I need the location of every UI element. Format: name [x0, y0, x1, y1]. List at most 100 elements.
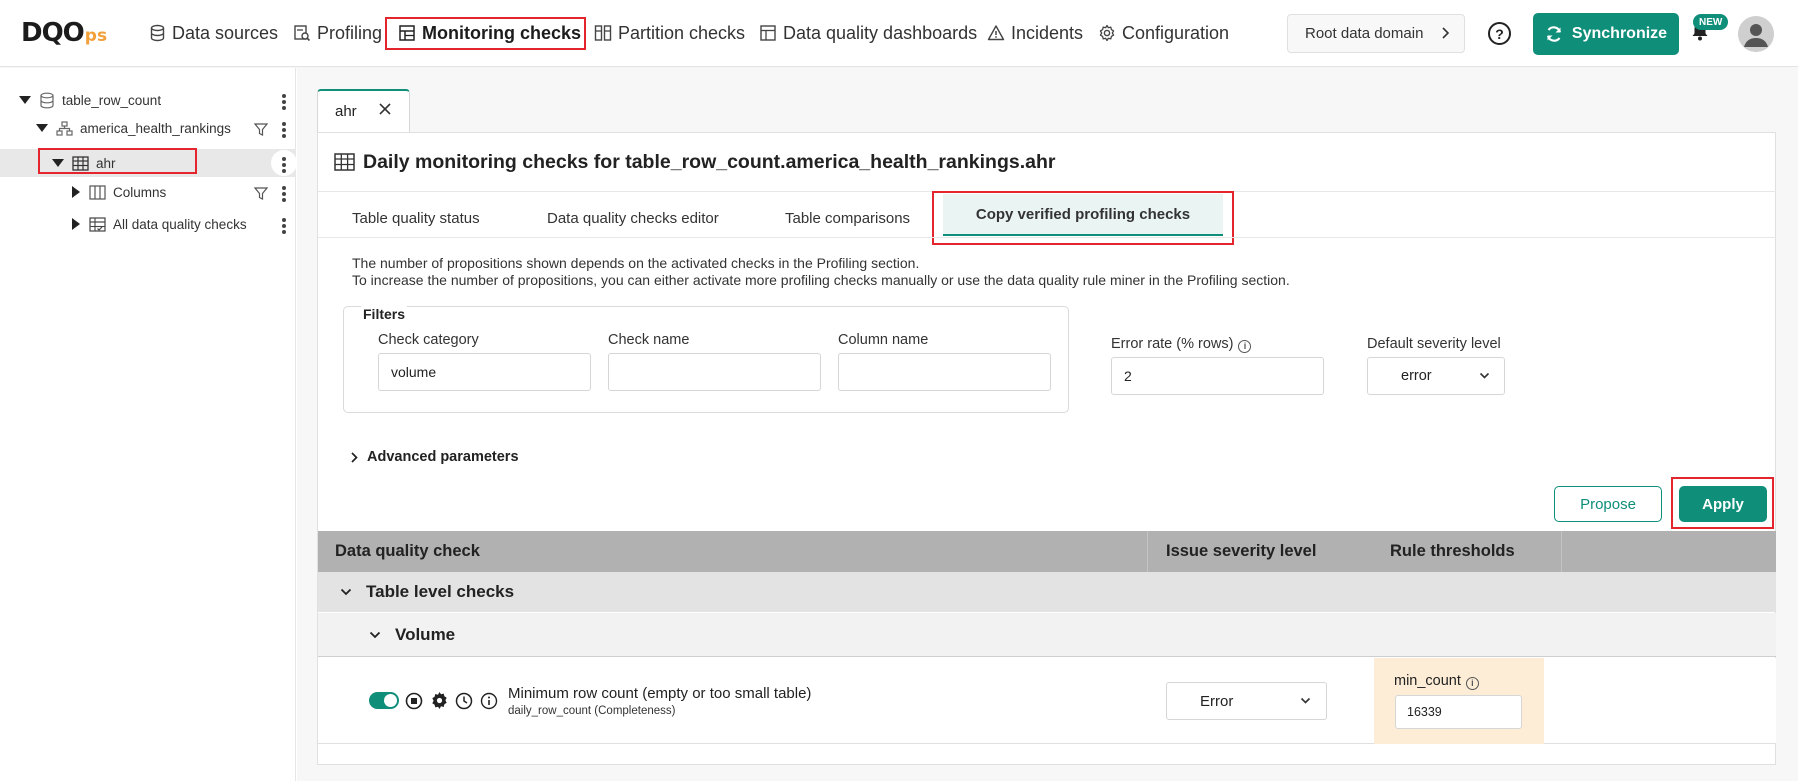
page-title: Daily monitoring checks for table_row_co… — [334, 148, 1055, 176]
check-name-input[interactable] — [608, 353, 821, 391]
volume-category-label[interactable]: Volume — [369, 625, 455, 645]
advanced-parameters-toggle[interactable]: Advanced parameters — [350, 449, 519, 465]
warning-icon — [987, 25, 1005, 41]
tree-node-schema[interactable]: america_health_rankings — [36, 114, 231, 142]
profiling-icon — [294, 25, 311, 42]
volume-category-row[interactable] — [318, 613, 1776, 657]
caret-down-icon — [36, 124, 48, 132]
synchronize-button[interactable]: Synchronize — [1533, 13, 1679, 55]
chevron-down-icon — [340, 588, 352, 596]
header-rule-thresholds: Rule thresholds — [1390, 542, 1515, 560]
issue-severity-select[interactable]: Error — [1166, 682, 1327, 720]
close-icon[interactable] — [378, 102, 392, 116]
check-name-label: Check name — [608, 332, 690, 348]
caret-down-icon — [52, 159, 64, 167]
apply-button[interactable]: Apply — [1679, 486, 1767, 522]
column-name-label: Column name — [838, 332, 929, 348]
chevron-down-icon — [1479, 372, 1490, 379]
header-data-quality-check: Data quality check — [335, 542, 480, 560]
caret-right-icon — [72, 186, 80, 198]
check-subtitle: daily_row_count (Completeness) — [508, 705, 676, 717]
caret-right-icon — [72, 218, 80, 230]
database-icon — [40, 92, 54, 108]
new-badge: NEW — [1693, 14, 1729, 30]
database-icon — [150, 24, 165, 42]
tree-node-table[interactable]: ahr — [52, 149, 116, 177]
info-icon[interactable] — [480, 692, 498, 710]
title-divider — [318, 191, 1776, 192]
nav-profiling[interactable]: Profiling — [293, 20, 382, 46]
tree-node-connection[interactable]: table_row_count — [19, 86, 161, 114]
top-header: DQO ps Data sources Profiling Monitoring … — [0, 0, 1798, 67]
partition-icon — [594, 25, 612, 41]
nav-incidents[interactable]: Incidents — [987, 20, 1083, 46]
filter-icon[interactable] — [254, 123, 268, 136]
info-icon[interactable]: i — [1238, 340, 1252, 353]
clock-icon[interactable] — [455, 692, 473, 710]
nav-data-sources[interactable]: Data sources — [149, 20, 278, 46]
tab-ahr[interactable]: ahr — [317, 89, 410, 132]
min-count-label: min_count i — [1394, 673, 1479, 690]
tab-table-comparisons[interactable]: Table comparisons — [785, 204, 910, 232]
schema-menu-icon[interactable] — [282, 120, 286, 140]
tabs-divider — [318, 237, 1776, 238]
header-separator — [1561, 531, 1562, 572]
caret-down-icon — [19, 96, 31, 104]
info-line-1: The number of propositions shown depends… — [352, 255, 920, 271]
check-name: Minimum row count (empty or too small ta… — [508, 685, 812, 702]
error-rate-input[interactable]: 2 — [1111, 357, 1324, 395]
sidebar-tree: table_row_count america_health_rankings … — [0, 68, 297, 781]
columns-menu-icon[interactable] — [282, 184, 286, 204]
info-line-2: To increase the number of propositions, … — [352, 272, 1290, 288]
filters-legend: Filters — [361, 306, 408, 322]
tab-table-quality-status[interactable]: Table quality status — [352, 204, 480, 232]
chevron-right-icon — [1442, 27, 1450, 39]
table-level-group-label[interactable]: Table level checks — [340, 582, 514, 602]
chevron-down-icon — [1300, 697, 1311, 704]
min-count-input[interactable]: 16339 — [1395, 695, 1522, 729]
nav-configuration[interactable]: Configuration — [1098, 20, 1229, 46]
check-enabled-toggle[interactable] — [369, 692, 399, 709]
tree-node-columns[interactable]: Columns — [72, 178, 166, 206]
tree-selected-row — [0, 149, 296, 177]
default-severity-select[interactable]: error — [1367, 357, 1505, 395]
checks-table-icon — [89, 216, 106, 232]
header-issue-severity-level: Issue severity level — [1166, 542, 1317, 560]
tree-node-all-checks[interactable]: All data quality checks — [72, 210, 247, 238]
dqops-logo[interactable]: DQO ps — [21, 18, 107, 48]
schema-icon — [56, 120, 73, 136]
gear-icon — [1099, 24, 1115, 42]
table-menu-icon[interactable] — [282, 155, 286, 175]
propose-button[interactable]: Propose — [1554, 486, 1662, 522]
chevron-right-icon — [351, 451, 358, 463]
nav-partition-checks[interactable]: Partition checks — [594, 20, 745, 46]
error-rate-label: Error rate (% rows) i — [1111, 336, 1252, 353]
check-category-label: Check category — [378, 332, 479, 348]
column-name-input[interactable] — [838, 353, 1051, 391]
sync-icon — [1546, 26, 1561, 42]
header-separator — [1147, 531, 1148, 572]
tab-data-quality-checks-editor[interactable]: Data quality checks editor — [547, 204, 719, 232]
connection-menu-icon[interactable] — [282, 92, 286, 112]
gear-icon[interactable] — [430, 691, 449, 710]
info-icon[interactable]: i — [1465, 677, 1479, 690]
data-domain-selector[interactable]: Root data domain — [1287, 14, 1465, 53]
help-icon[interactable]: ? — [1488, 22, 1511, 45]
nav-data-quality-dashboards[interactable]: Data quality dashboards — [759, 20, 977, 46]
all-checks-menu-icon[interactable] — [282, 216, 286, 236]
check-category-input[interactable]: volume — [378, 353, 591, 391]
table-icon — [334, 153, 355, 171]
stop-icon[interactable] — [405, 692, 423, 710]
columns-icon — [89, 184, 106, 200]
default-severity-label: Default severity level — [1367, 336, 1501, 352]
monitoring-icon — [399, 25, 415, 41]
table-header — [318, 531, 1776, 572]
avatar[interactable] — [1738, 16, 1774, 52]
table-level-group-row[interactable] — [318, 572, 1776, 612]
tab-copy-verified-profiling-checks[interactable]: Copy verified profiling checks — [943, 194, 1223, 236]
filter-icon[interactable] — [254, 187, 268, 200]
chevron-down-icon — [369, 631, 381, 639]
nav-monitoring-checks[interactable]: Monitoring checks — [398, 20, 581, 46]
dashboard-icon — [760, 25, 776, 41]
table-icon — [72, 155, 89, 171]
